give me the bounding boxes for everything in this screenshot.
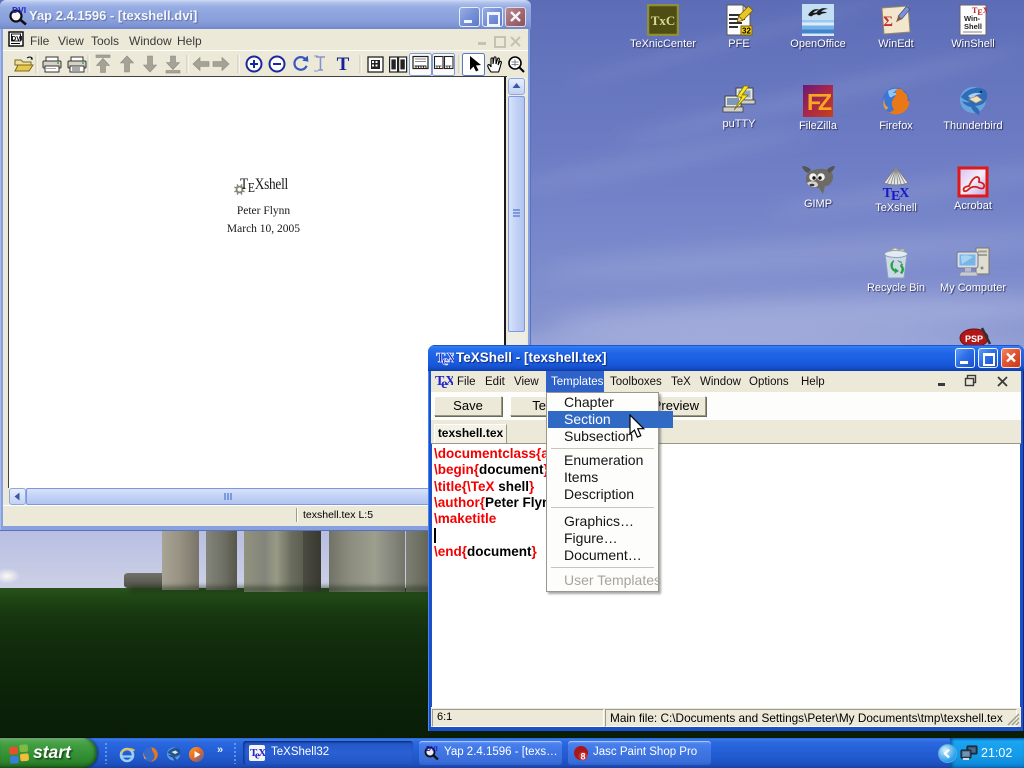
svg-text:TeX: TeX [435, 374, 453, 390]
svg-text:TxC: TxC [651, 13, 676, 28]
svg-text:PSP: PSP [965, 334, 983, 344]
svg-text:DVI: DVI [12, 5, 26, 15]
svg-text:TeX: TeX [250, 747, 265, 761]
svg-text:DVI: DVI [426, 746, 438, 753]
svg-text:T: T [337, 54, 350, 75]
svg-text:32: 32 [742, 27, 751, 36]
svg-text:TeX: TeX [436, 351, 454, 367]
svg-text:Shell: Shell [964, 22, 982, 31]
svg-text:DVI: DVI [12, 36, 23, 43]
svg-text:8: 8 [580, 752, 585, 762]
svg-text:TEX: TEX [883, 186, 910, 200]
svg-text:Σ: Σ [883, 14, 893, 30]
svg-text:FZ: FZ [807, 89, 832, 115]
